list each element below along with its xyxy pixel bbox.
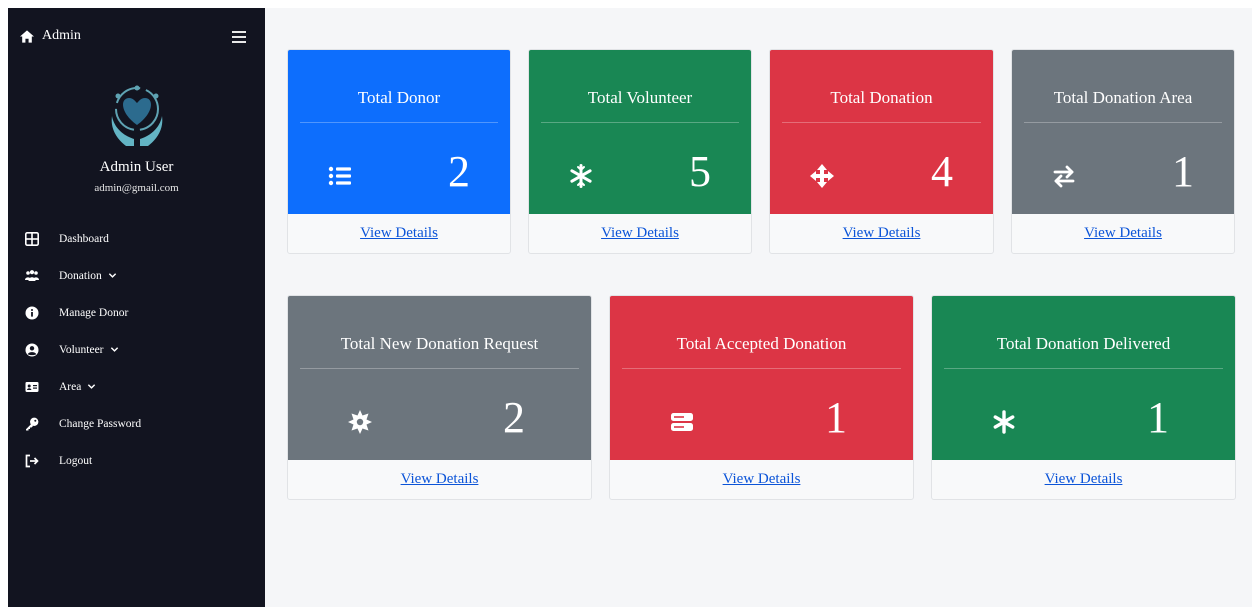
card-footer: View Details (932, 460, 1235, 499)
card-value: 1 (825, 393, 847, 442)
sidebar-item-label: Logout (59, 454, 93, 467)
card-value: 1 (1147, 393, 1169, 442)
view-details-link[interactable]: View Details (360, 225, 438, 241)
stat-card-total-accepted-donation: Total Accepted Donation 1 View Details (609, 295, 914, 500)
stat-card-total-donor: Total Donor 2 View Details (287, 49, 511, 254)
hamburger-menu-icon[interactable] (232, 31, 246, 43)
card-body: Total Donation Delivered 1 (932, 296, 1235, 460)
card-divider (782, 122, 981, 123)
card-title: Total Accepted Donation (676, 334, 847, 353)
sidebar-item-label: Dashboard (59, 232, 109, 245)
card-title: Total Donation Area (1053, 88, 1193, 107)
stat-card-total-donation: Total Donation 4 View Details (769, 49, 994, 254)
users-icon (25, 269, 39, 283)
card-body: Total Donor 2 (288, 50, 510, 214)
chevron-down-icon (110, 347, 118, 352)
card-value: 5 (689, 147, 711, 196)
snowflake-icon (569, 164, 593, 188)
card-body: Total Donation 4 (770, 50, 993, 214)
view-details-link[interactable]: View Details (1084, 225, 1162, 241)
exchange-arrows-icon (1052, 164, 1076, 188)
sidebar-item-area[interactable]: Area (8, 368, 265, 405)
asterisk-icon (992, 410, 1016, 434)
user-name: Admin User (99, 159, 174, 175)
server-icon (670, 410, 694, 434)
card-title: Total Donor (357, 88, 441, 107)
brand-label: Admin (42, 28, 81, 43)
card-body: Total Volunteer 5 (529, 50, 751, 214)
stat-card-total-donation-area: Total Donation Area 1 View Details (1011, 49, 1235, 254)
move-arrows-icon (810, 164, 834, 188)
main-content: Total Donor 2 View Details Total Volunte… (265, 8, 1252, 607)
user-circle-icon (25, 343, 39, 357)
card-divider (622, 368, 901, 369)
view-details-link[interactable]: View Details (723, 471, 801, 487)
card-title: Total Donation Delivered (996, 334, 1171, 353)
home-icon (20, 29, 34, 43)
sidebar-item-donation[interactable]: Donation (8, 257, 265, 294)
sidebar-item-label: Manage Donor (59, 306, 129, 319)
info-circle-icon (25, 306, 39, 320)
burst-icon (348, 410, 372, 434)
grid-icon (25, 231, 39, 246)
card-footer: View Details (288, 460, 591, 499)
card-body: Total Donation Area 1 (1012, 50, 1234, 214)
view-details-link[interactable]: View Details (601, 225, 679, 241)
user-email: admin@gmail.com (94, 182, 179, 194)
list-icon (328, 164, 352, 188)
view-details-link[interactable]: View Details (843, 225, 921, 241)
card-value: 2 (448, 147, 470, 196)
sidebar-item-volunteer[interactable]: Volunteer (8, 331, 265, 368)
card-value: 1 (1172, 147, 1194, 196)
stat-card-total-donation-delivered: Total Donation Delivered 1 View Details (931, 295, 1236, 500)
sidebar-item-label: Change Password (59, 417, 142, 430)
card-divider (1024, 122, 1222, 123)
card-value: 4 (931, 147, 953, 196)
card-footer: View Details (770, 214, 993, 253)
card-title: Total Donation (830, 88, 933, 107)
card-body: Total New Donation Request 2 (288, 296, 591, 460)
card-divider (944, 368, 1223, 369)
stat-card-total-volunteer: Total Volunteer 5 View Details (528, 49, 752, 254)
card-value: 2 (503, 393, 525, 442)
card-footer: View Details (1012, 214, 1234, 253)
chevron-down-icon (108, 273, 116, 278)
card-divider (300, 122, 498, 123)
card-body: Total Accepted Donation 1 (610, 296, 913, 460)
card-title: Total Volunteer (587, 88, 693, 107)
sidebar-item-logout[interactable]: Logout (8, 442, 265, 479)
logout-icon (25, 454, 39, 468)
sidebar: Admin Admin User admin@gmail.com Dashboa… (8, 8, 265, 607)
card-footer: View Details (529, 214, 751, 253)
view-details-link[interactable]: View Details (1045, 471, 1123, 487)
view-details-link[interactable]: View Details (401, 471, 479, 487)
key-icon (25, 417, 39, 431)
sidebar-item-manage-donor[interactable]: Manage Donor (8, 294, 265, 331)
card-footer: View Details (610, 460, 913, 499)
card-title: Total New Donation Request (340, 334, 539, 353)
sidebar-item-label: Donation (59, 269, 102, 282)
sidebar-item-change-password[interactable]: Change Password (8, 405, 265, 442)
brand[interactable]: Admin (20, 26, 81, 46)
stat-card-total-new-donation-request: Total New Donation Request 2 View Detail… (287, 295, 592, 500)
charity-logo (111, 85, 163, 146)
sidebar-item-dashboard[interactable]: Dashboard (8, 220, 265, 257)
sidebar-item-label: Area (59, 380, 82, 393)
sidebar-menu: Dashboard Donation Manage Donor Voluntee… (8, 220, 265, 479)
card-divider (541, 122, 739, 123)
card-divider (300, 368, 579, 369)
sidebar-item-label: Volunteer (59, 343, 104, 356)
chevron-down-icon (88, 384, 96, 389)
card-footer: View Details (288, 214, 510, 253)
id-card-icon (25, 380, 39, 394)
